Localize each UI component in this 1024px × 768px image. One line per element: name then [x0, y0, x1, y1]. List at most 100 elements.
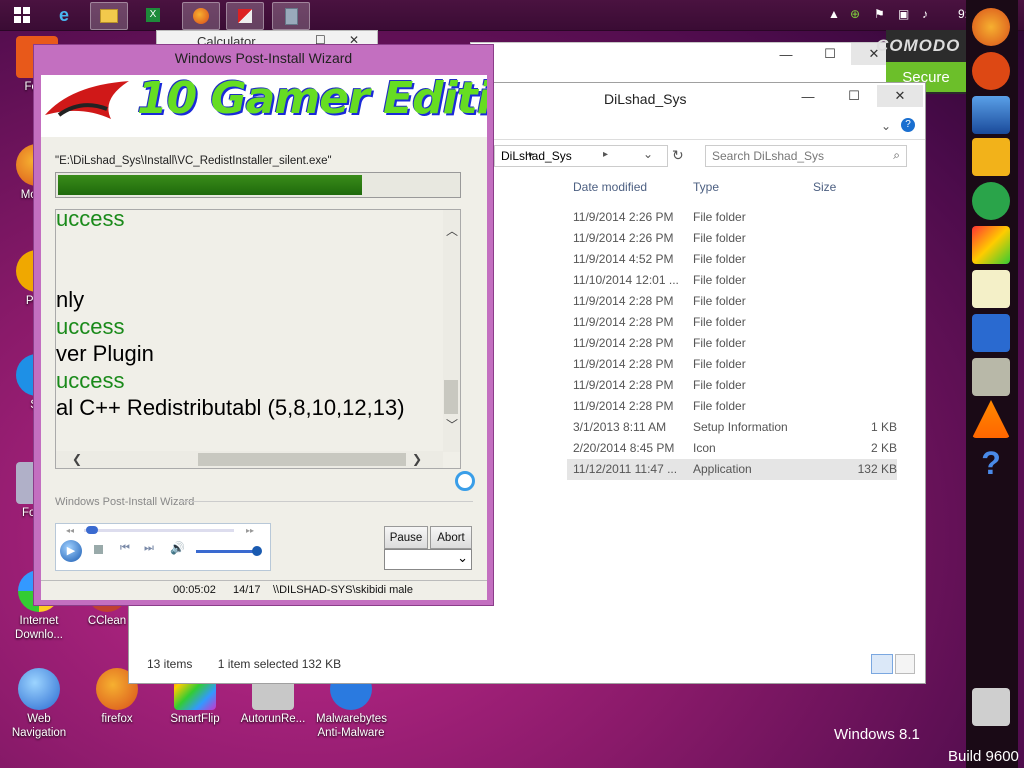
windows-start-icon[interactable]	[4, 2, 40, 28]
file-row[interactable]: 11/9/2014 2:28 PM File folder	[567, 396, 897, 417]
forward-icon[interactable]: ▸▸	[246, 526, 254, 535]
explorer-minimize-icon[interactable]: —	[785, 85, 831, 107]
build-number: Build 9600	[948, 748, 1019, 765]
calculator-taskbar-icon[interactable]	[272, 2, 310, 30]
scroll-right-icon[interactable]: ❯	[412, 452, 422, 466]
wizard-taskbar-icon[interactable]	[226, 2, 264, 30]
file-row[interactable]: 11/9/2014 2:28 PM File folder	[567, 375, 897, 396]
dock-people-icon[interactable]	[972, 138, 1010, 176]
pause-button[interactable]: Pause	[384, 526, 428, 549]
address-dropdown-icon[interactable]: ⌄	[643, 147, 653, 161]
search-placeholder: Search DiLshad_Sys	[712, 149, 825, 163]
firefox-taskbar-icon[interactable]	[182, 2, 220, 30]
dock-drawing-icon[interactable]	[972, 96, 1010, 134]
row-type: File folder	[693, 231, 746, 245]
column-date-modified[interactable]: Date modified	[573, 180, 647, 194]
search-icon[interactable]: ⌕	[893, 148, 900, 163]
excel-icon[interactable]: X	[135, 2, 171, 28]
scroll-up-icon[interactable]: ︿	[446, 222, 458, 239]
ribbon-expand-icon[interactable]: ⌄	[881, 119, 891, 133]
seek-thumb[interactable]	[86, 526, 98, 534]
post-install-wizard-window[interactable]: Windows Post-Install Wizard 10 Gamer Edi…	[33, 44, 494, 606]
log-line: uccess	[56, 209, 125, 231]
tray-plus-icon[interactable]: ⊕	[850, 7, 860, 21]
back-minimize-icon[interactable]: —	[763, 43, 809, 65]
internet-explorer-icon[interactable]: e	[46, 2, 82, 28]
play-icon[interactable]: ▶	[60, 540, 82, 562]
windows-watermark: Windows 8.1 Build 9600	[834, 724, 1019, 768]
dock-recycle-bin-icon[interactable]	[972, 688, 1010, 726]
dock-vlc-icon[interactable]	[972, 400, 1010, 438]
row-date: 2/20/2014 8:45 PM	[573, 441, 675, 455]
search-input[interactable]: Search DiLshad_Sys ⌕	[705, 145, 907, 167]
details-view-icon[interactable]	[871, 654, 893, 674]
install-log[interactable]: uccess nly uccess ver Plugin uccess al C++ Re…	[55, 209, 461, 469]
row-date: 11/9/2014 2:28 PM	[573, 294, 674, 308]
wizard-dropdown[interactable]: ⌄	[384, 549, 472, 570]
seek-track[interactable]	[84, 529, 234, 532]
file-row[interactable]: 11/12/2011 11:47 ... Application 132 KB	[567, 459, 897, 480]
explorer-close-icon[interactable]: ✕	[877, 85, 923, 107]
dock-paint-icon[interactable]	[972, 226, 1010, 264]
dock-chrome-icon[interactable]	[972, 182, 1010, 220]
log-vertical-scrollbar[interactable]: ︿ ﹀	[443, 210, 460, 452]
hscroll-thumb[interactable]	[198, 453, 406, 466]
media-player[interactable]: ◂◂ ▸▸ ▶ ⏮ ⏭ 🔊	[55, 523, 271, 571]
dock-firefox-icon[interactable]	[972, 8, 1010, 46]
address-path: DiLshad_Sys	[501, 149, 572, 163]
file-row[interactable]: 11/9/2014 2:28 PM File folder	[567, 291, 897, 312]
row-date: 11/12/2011 11:47 ...	[573, 462, 678, 476]
row-type: File folder	[693, 399, 746, 413]
desktop-icon-web-navigation[interactable]: Web Navigation	[4, 668, 74, 740]
scroll-down-icon[interactable]: ﹀	[446, 416, 458, 433]
column-type[interactable]: Type	[693, 180, 719, 194]
tray-network-icon[interactable]: ▣	[898, 7, 909, 21]
explorer-maximize-icon[interactable]: ☐	[831, 85, 877, 107]
file-row[interactable]: 3/1/2013 8:11 AM Setup Information 1 KB	[567, 417, 897, 438]
row-type: File folder	[693, 315, 746, 329]
volume-icon[interactable]: 🔊	[170, 541, 185, 555]
large-icons-view-icon[interactable]	[895, 654, 915, 674]
stop-icon[interactable]	[94, 545, 103, 554]
file-row[interactable]: 11/9/2014 2:28 PM File folder	[567, 354, 897, 375]
comodo-logo: COMODO	[876, 36, 961, 55]
next-icon[interactable]: ⏭	[144, 542, 154, 555]
tray-flag-icon[interactable]: ⚑	[874, 7, 885, 21]
back-maximize-icon[interactable]: ☐	[807, 43, 853, 65]
file-row[interactable]: 11/10/2014 12:01 ... File folder	[567, 270, 897, 291]
tray-chevron-icon[interactable]: ▲	[828, 7, 840, 21]
row-type: Setup Information	[693, 420, 788, 434]
dock-notepad-icon[interactable]	[972, 270, 1010, 308]
dock-office-icon[interactable]	[972, 314, 1010, 352]
section-divider	[181, 501, 473, 502]
refresh-icon[interactable]: ↻	[672, 147, 684, 164]
rewind-icon[interactable]: ◂◂	[66, 526, 74, 535]
file-row[interactable]: 11/9/2014 2:26 PM File folder	[567, 228, 897, 249]
column-size[interactable]: Size	[813, 180, 836, 194]
item-count: 13 items	[147, 657, 193, 671]
file-row[interactable]: 2/20/2014 8:45 PM Icon 2 KB	[567, 438, 897, 459]
previous-icon[interactable]: ⏮	[120, 542, 130, 555]
file-explorer-icon[interactable]	[90, 2, 128, 30]
file-row[interactable]: 11/9/2014 2:28 PM File folder	[567, 333, 897, 354]
row-date: 3/1/2013 8:11 AM	[573, 420, 667, 434]
wizard-body: 10 Gamer Edition "E:\DiLshad_Sys\Install…	[41, 75, 487, 600]
tray-volume-icon[interactable]: ♪	[922, 7, 928, 21]
abort-button[interactable]: Abort	[430, 526, 472, 549]
log-horizontal-scrollbar[interactable]: ❮ ❯	[56, 451, 443, 468]
dock-help-icon[interactable]: ?	[972, 444, 1010, 482]
dock-calculator-icon[interactable]	[972, 358, 1010, 396]
volume-track[interactable]	[196, 550, 260, 553]
row-type: Icon	[693, 441, 716, 455]
file-row[interactable]: 11/9/2014 2:28 PM File folder	[567, 312, 897, 333]
dock-ubuntu-icon[interactable]	[972, 52, 1010, 90]
file-row[interactable]: 11/9/2014 4:52 PM File folder	[567, 249, 897, 270]
scroll-left-icon[interactable]: ❮	[72, 452, 82, 466]
dropdown-chevron-icon: ⌄	[457, 550, 468, 565]
background-window[interactable]: — ☐ ✕	[470, 42, 902, 84]
volume-thumb[interactable]	[252, 546, 262, 556]
address-bar[interactable]: ▸ ▸ DiLshad_Sys ▸ ⌄	[483, 145, 668, 167]
scroll-thumb[interactable]	[444, 380, 458, 414]
help-icon[interactable]: ?	[901, 118, 915, 132]
file-row[interactable]: 11/9/2014 2:26 PM File folder	[567, 207, 897, 228]
